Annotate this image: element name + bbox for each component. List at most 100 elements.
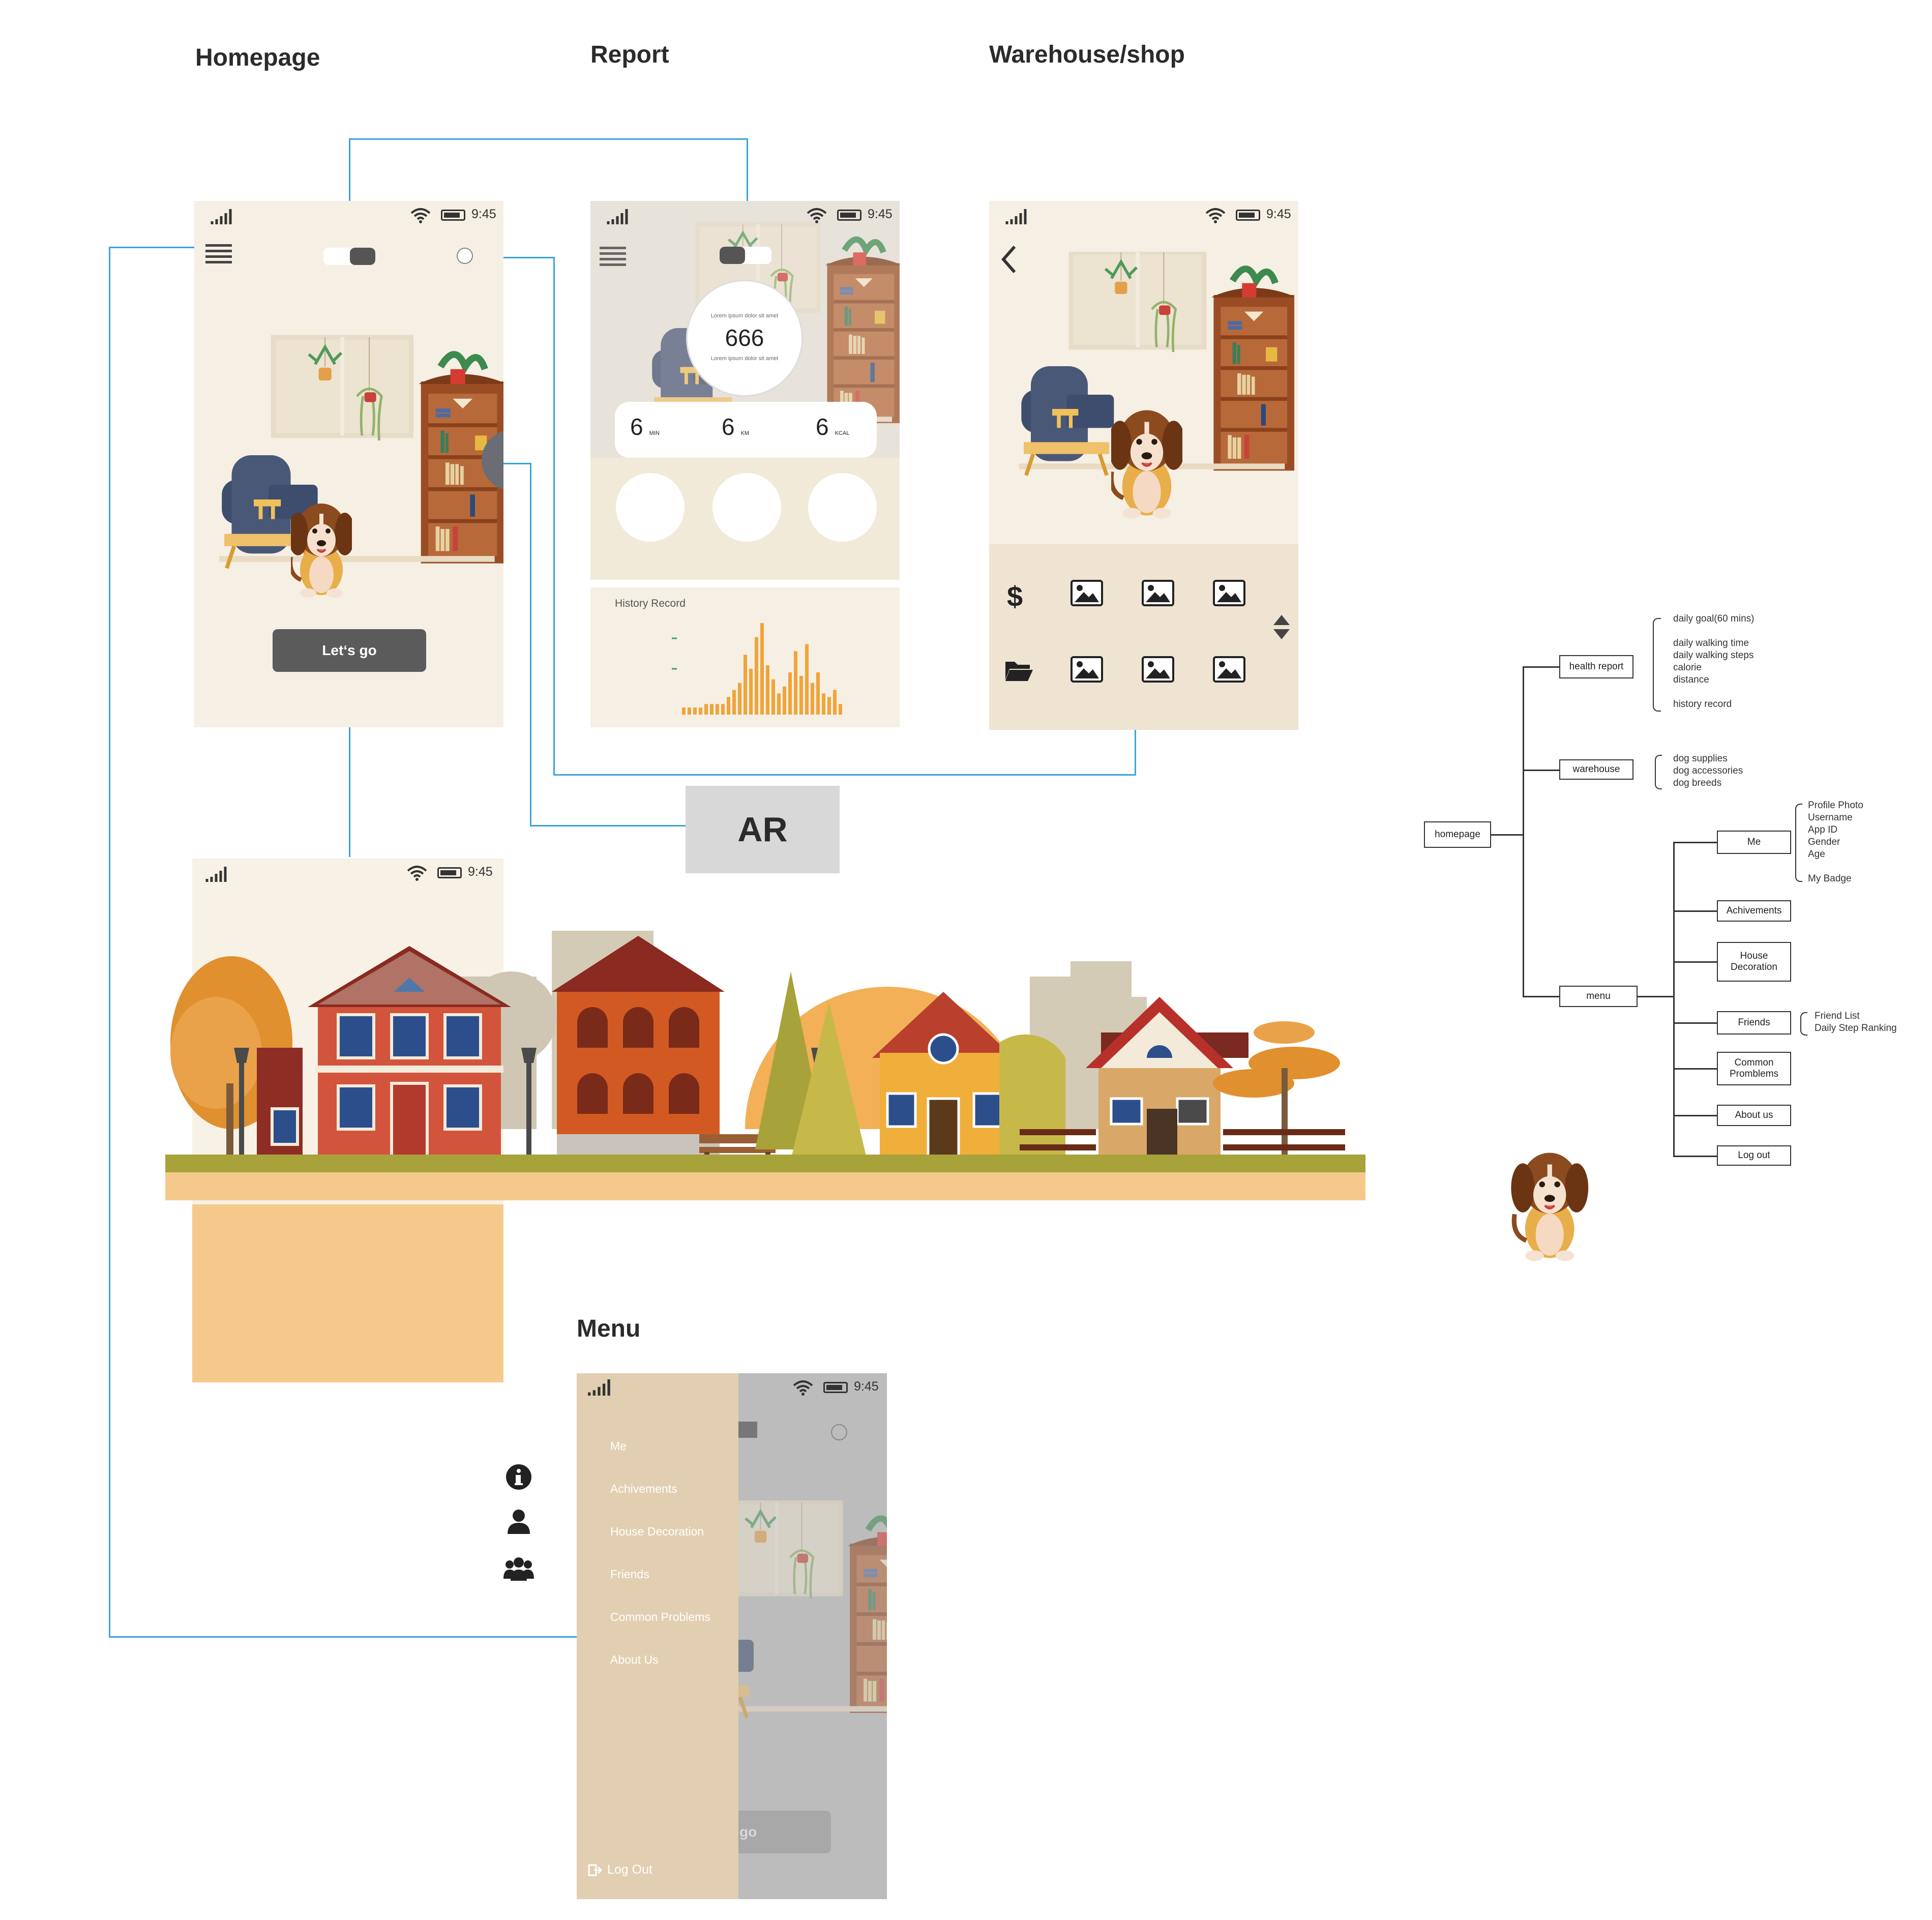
- image-icon[interactable]: [1071, 580, 1103, 606]
- sitemap-bracket: [1795, 804, 1802, 882]
- badge-slot[interactable]: [808, 473, 877, 542]
- connector-line: [349, 138, 748, 140]
- hamburger-icon[interactable]: [205, 244, 232, 264]
- chart-bar: [682, 707, 686, 715]
- menu-item-friends[interactable]: Friends: [610, 1568, 649, 1581]
- wifi-icon: [793, 1380, 813, 1396]
- image-icon[interactable]: [1213, 580, 1245, 606]
- signal-icon: [607, 209, 628, 224]
- chart-bar: [788, 672, 792, 715]
- report-title: Report: [590, 41, 669, 68]
- battery-icon: [1236, 210, 1260, 221]
- image-icon[interactable]: [1213, 656, 1245, 683]
- signal-icon: [205, 867, 227, 882]
- toggle-icon[interactable]: [720, 247, 771, 264]
- warehouse-title: Warehouse/shop: [989, 41, 1185, 68]
- sitemap-bracket: [1800, 1012, 1807, 1036]
- menu-item-common-problems[interactable]: Common Problems: [610, 1610, 710, 1624]
- circle-icon[interactable]: [831, 1424, 847, 1440]
- circle-icon[interactable]: [457, 248, 473, 264]
- chart-bar: [755, 637, 758, 715]
- badge-slot[interactable]: [616, 473, 685, 542]
- lets-go-button-bg: go: [729, 1811, 831, 1853]
- image-icon[interactable]: [1142, 580, 1174, 606]
- sitemap-connector: [1491, 834, 1523, 836]
- ar-box[interactable]: AR: [686, 786, 840, 873]
- connector-line: [1135, 730, 1136, 776]
- stat-minutes: 6 MIN: [630, 413, 660, 440]
- steps-circle: Lorem ipsum dolor sit amet 666 Lorem ips…: [686, 280, 803, 397]
- sitemap-connector: [1523, 996, 1559, 997]
- sitemap-warehouse: warehouse: [1559, 759, 1633, 780]
- chart-bar: [816, 672, 820, 715]
- divider: [590, 580, 900, 587]
- town-illustration: [165, 931, 1365, 1200]
- sitemap-about-us: About us: [1717, 1105, 1791, 1126]
- status-bar: 9:45: [989, 201, 1298, 237]
- sort-arrows-icon[interactable]: [1271, 613, 1292, 641]
- chart-bar: [693, 707, 697, 715]
- sitemap-common-problems: Common Promblems: [1717, 1052, 1791, 1085]
- chart-bar: [766, 665, 769, 715]
- sitemap-health-report: health report: [1559, 655, 1633, 678]
- connector-line: [553, 257, 555, 776]
- sitemap-me: Me: [1717, 831, 1791, 854]
- sitemap-connector: [1673, 842, 1717, 843]
- battery-icon: [837, 210, 861, 221]
- menu-item-achievements[interactable]: Achivements: [610, 1482, 677, 1496]
- chart-bar: [811, 683, 814, 715]
- sitemap-connector: [1638, 996, 1674, 997]
- chart-bar: [833, 690, 837, 715]
- sitemap-connector: [1673, 961, 1717, 963]
- sitemap-bracket: [1655, 755, 1662, 789]
- chart-bar: [727, 697, 730, 715]
- history-chart: [672, 623, 842, 715]
- homepage-title: Homepage: [195, 44, 320, 71]
- user-icon: [508, 1510, 530, 1534]
- room-illustration: [210, 333, 503, 577]
- wifi-icon: [1205, 208, 1226, 223]
- sitemap-warehouse-notes: dog supplies dog accessories dog breeds: [1673, 753, 1743, 788]
- image-icon[interactable]: [1071, 656, 1103, 683]
- logout-button[interactable]: Log Out: [588, 1863, 652, 1877]
- hamburger-icon[interactable]: [600, 247, 626, 267]
- lets-go-button[interactable]: Let‘s go: [273, 629, 426, 672]
- sitemap-connector: [1673, 842, 1675, 1157]
- homepage-screen: 9:45 Let‘s go: [194, 201, 503, 727]
- chart-bar: [794, 651, 797, 715]
- circle-value: 666: [725, 324, 764, 351]
- dollar-icon[interactable]: $: [1007, 580, 1023, 613]
- battery-icon: [441, 210, 465, 221]
- chart-bar: [704, 704, 708, 715]
- status-time: 9:45: [854, 1379, 879, 1394]
- signal-icon: [211, 209, 232, 224]
- ground-area: [192, 1204, 503, 1382]
- sitemap-connector: [1673, 910, 1717, 912]
- image-icon[interactable]: [1142, 656, 1174, 683]
- menu-item-about-us[interactable]: About Us: [610, 1653, 659, 1667]
- menu-item-house-decoration[interactable]: House Decoration: [610, 1525, 704, 1539]
- status-time: 9:45: [868, 207, 893, 221]
- sitemap-friends-notes: Friend List Daily Step Ranking: [1815, 1011, 1897, 1033]
- toggle-icon[interactable]: [323, 248, 375, 265]
- sitemap-connector: [1523, 770, 1559, 771]
- sitemap-connector: [1673, 1115, 1717, 1116]
- sitemap-connector: [1673, 1022, 1717, 1024]
- chart-bar: [839, 704, 842, 715]
- chart-bar: [760, 623, 764, 715]
- connector-line: [109, 247, 195, 248]
- folder-icon[interactable]: [1004, 659, 1033, 681]
- group-icon: [503, 1557, 534, 1581]
- status-time: 9:45: [471, 207, 496, 221]
- menu-item-me[interactable]: Me: [610, 1439, 627, 1453]
- chart-bar: [799, 675, 803, 715]
- sitemap-menu: menu: [1559, 986, 1638, 1007]
- chart-bar: [716, 704, 719, 715]
- logout-label: Log Out: [607, 1863, 652, 1877]
- warehouse-screen: 9:45 $: [989, 201, 1298, 730]
- badge-slot[interactable]: [712, 473, 781, 542]
- menu-screen: go 9:45 Me Achivements House Decoration …: [577, 1373, 887, 1899]
- wifi-icon: [407, 866, 427, 881]
- status-bar: 9:45: [590, 201, 900, 237]
- menu-title: Menu: [577, 1315, 641, 1342]
